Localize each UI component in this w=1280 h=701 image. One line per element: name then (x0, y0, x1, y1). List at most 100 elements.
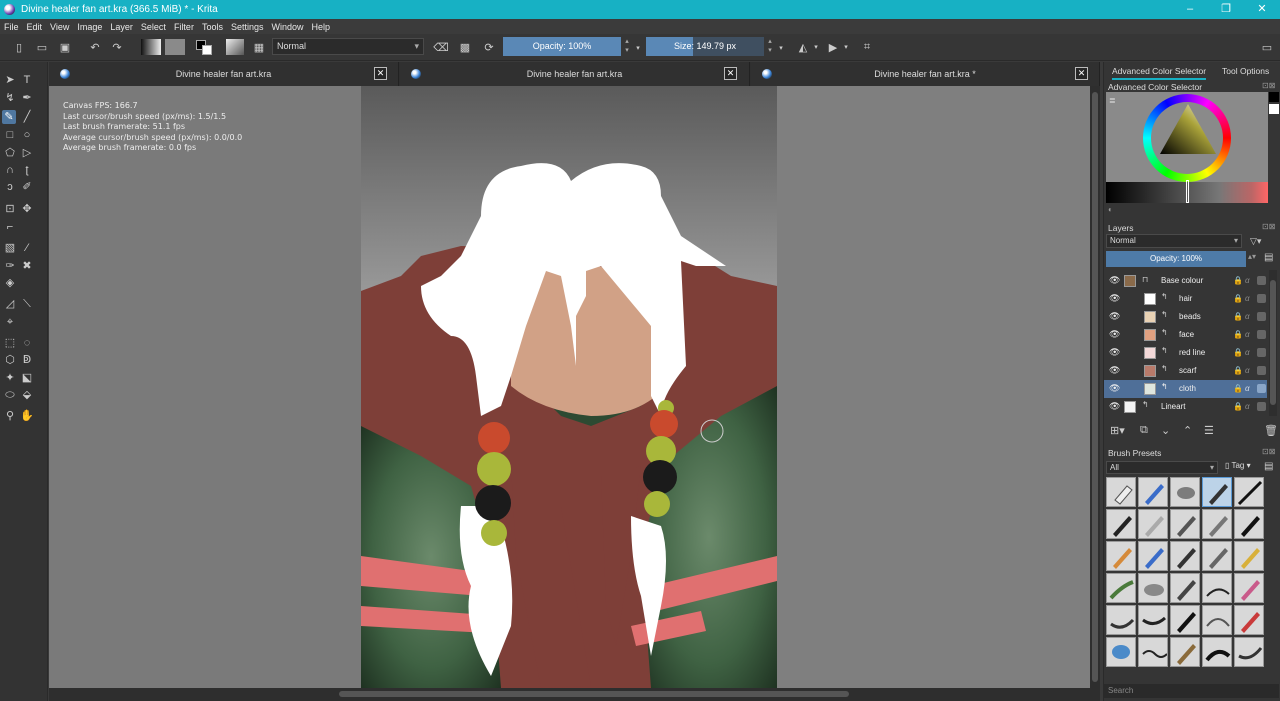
panel-float-close-icons[interactable]: ⊡⊠ (1262, 447, 1275, 456)
brush-preset-dry-brush[interactable] (1138, 605, 1168, 635)
color-selector-settings-icon[interactable]: ≣ (1109, 96, 1118, 105)
layer-row[interactable]: 👁 ↰ hair 🔒 α (1104, 290, 1267, 308)
brush-preset-blue-pencil[interactable] (1138, 541, 1168, 571)
brush-preset-blue-pen[interactable] (1138, 477, 1168, 507)
add-layer-icon[interactable]: ⊞▾ (1110, 424, 1125, 437)
menu-layer[interactable]: Layer (106, 22, 137, 32)
similar-select-icon[interactable]: ⬕ (20, 371, 34, 385)
brush-preset-watercolor[interactable] (1106, 637, 1136, 667)
color-selector-menu-icon[interactable]: ◐ (1108, 205, 1113, 214)
alpha-lock-icon[interactable]: α (1245, 348, 1250, 357)
brush-preset-graphite[interactable] (1170, 541, 1200, 571)
foreground-swatch[interactable] (1269, 92, 1279, 102)
inherit-alpha-icon[interactable] (1257, 330, 1266, 339)
brush-settings-icon[interactable]: ▦ (251, 39, 267, 55)
edit-shapes-icon[interactable]: ↯ (3, 91, 17, 105)
lock-icon[interactable]: 🔒 (1233, 312, 1243, 321)
gradient-selector-icon[interactable] (141, 39, 161, 55)
brush-preset-icon[interactable] (226, 39, 244, 55)
inherit-alpha-icon[interactable] (1257, 348, 1266, 357)
transform-tool-icon[interactable]: ⌐ (3, 220, 17, 234)
undo-icon[interactable]: ↶ (88, 39, 102, 55)
menu-view[interactable]: View (46, 22, 73, 32)
menu-help[interactable]: Help (308, 22, 335, 32)
brush-preset-scribble[interactable] (1138, 637, 1168, 667)
bezier-select-icon[interactable]: ⬭ (3, 388, 17, 402)
brush-preset-bristle[interactable] (1170, 637, 1200, 667)
redo-icon[interactable]: ↷ (110, 39, 124, 55)
menu-edit[interactable]: Edit (23, 22, 47, 32)
brush-preset-thick[interactable] (1234, 637, 1264, 667)
measure-tool-icon[interactable]: ◿ (3, 297, 17, 311)
layer-properties-icon[interactable]: ☰ (1204, 424, 1214, 437)
brush-preset-red-marker[interactable] (1234, 605, 1264, 635)
color-slider-handle[interactable] (1186, 180, 1189, 203)
close-icon[interactable]: ✕ (1075, 67, 1088, 80)
mirror-horizontal-icon[interactable]: ◭ (796, 39, 810, 55)
artwork-canvas[interactable] (361, 86, 777, 688)
brush-preset-selected[interactable] (1202, 477, 1232, 507)
brush-preset-wet-paint[interactable] (1106, 605, 1136, 635)
chevron-down-icon[interactable]: ▾ (812, 39, 820, 55)
freehand-path-icon[interactable]: ʈ (20, 163, 34, 177)
inherit-alpha-icon[interactable] (1257, 312, 1266, 321)
document-tab-2[interactable]: Divine healer fan art.kra ✕ (400, 62, 750, 86)
eye-icon[interactable]: 👁 (1109, 330, 1120, 339)
eye-icon[interactable]: 👁 (1109, 276, 1120, 285)
fg-bg-color-icon[interactable] (195, 39, 215, 55)
move-layer-down-icon[interactable]: ⌄ (1161, 424, 1170, 437)
preserve-alpha-icon[interactable]: ▩ (457, 39, 473, 55)
zoom-tool-icon[interactable]: ⚲ (3, 409, 17, 423)
color-selector-area[interactable]: ≣ (1106, 92, 1268, 203)
layer-opacity-spinner[interactable]: ▴▾ (1248, 252, 1256, 261)
eye-icon[interactable]: 👁 (1109, 402, 1120, 411)
inherit-alpha-icon[interactable] (1257, 384, 1266, 393)
tag-button[interactable]: ▯ Tag ▾ (1225, 461, 1251, 470)
brush-search-field[interactable]: Search (1104, 684, 1279, 698)
contiguous-select-icon[interactable]: ✦ (3, 371, 17, 385)
background-swatch[interactable] (1269, 104, 1279, 114)
alpha-lock-icon[interactable]: α (1245, 330, 1250, 339)
reload-preset-icon[interactable]: ⟳ (481, 39, 497, 55)
vertical-scroll-thumb[interactable] (1092, 92, 1098, 682)
layer-row[interactable]: 👁 ⊓ Base colour 🔒 α (1104, 272, 1267, 290)
assistant-line-icon[interactable]: ⟍ (20, 297, 34, 311)
freehand-brush-icon[interactable]: ✎ (2, 110, 16, 124)
brush-preset-round[interactable] (1202, 605, 1232, 635)
layer-row[interactable]: 👁 ↰ face 🔒 α (1104, 326, 1267, 344)
save-document-icon[interactable]: ▣ (58, 39, 72, 55)
inherit-alpha-icon[interactable] (1257, 276, 1266, 285)
brush-preset-pencil-gray[interactable] (1138, 509, 1168, 539)
layer-row[interactable]: 👁 ↰ cloth 🔒 α (1104, 380, 1267, 398)
alpha-lock-icon[interactable]: α (1245, 294, 1250, 303)
menu-filter[interactable]: Filter (170, 22, 198, 32)
polygon-tool-icon[interactable]: ⬠ (3, 146, 17, 160)
alpha-lock-icon[interactable]: α (1245, 276, 1250, 285)
open-document-icon[interactable]: ▭ (35, 39, 49, 55)
dynamic-brush-icon[interactable]: ɔ (3, 180, 17, 194)
layer-blend-select[interactable]: Normal ▾ (1106, 234, 1242, 248)
select-shapes-icon[interactable]: ➤ (3, 73, 17, 87)
minimize-button[interactable]: – (1172, 0, 1208, 19)
line-tool-icon[interactable]: ╱ (20, 110, 34, 124)
duplicate-layer-icon[interactable]: ⧉ (1140, 424, 1148, 437)
menu-select[interactable]: Select (137, 22, 170, 32)
ellipse-tool-icon[interactable]: ○ (20, 128, 34, 142)
eye-icon[interactable]: 👁 (1109, 348, 1120, 357)
brush-preset-oil[interactable] (1202, 637, 1232, 667)
crop-tool-icon[interactable]: ⊡ (3, 202, 17, 216)
alpha-lock-icon[interactable]: α (1245, 366, 1250, 375)
eye-icon[interactable]: 👁 (1109, 312, 1120, 321)
text-tool-icon[interactable]: T (20, 73, 34, 87)
move-tool-icon[interactable]: ✥ (20, 202, 34, 216)
layer-row[interactable]: 👁 ↰ scarf 🔒 α (1104, 362, 1267, 380)
horizontal-scrollbar[interactable] (49, 688, 1100, 701)
calligraphy-icon[interactable]: ✒ (20, 91, 34, 105)
size-slider[interactable]: Size: 149.79 px (646, 37, 764, 56)
chevron-down-icon[interactable]: ▾ (842, 39, 850, 55)
pan-tool-icon[interactable]: ✋ (20, 409, 34, 423)
maximize-button[interactable]: ❐ (1208, 0, 1244, 19)
vertical-scrollbar[interactable] (1090, 86, 1100, 688)
blend-mode-select[interactable]: Normal ▾ (272, 38, 424, 55)
menu-tools[interactable]: Tools (198, 22, 227, 32)
